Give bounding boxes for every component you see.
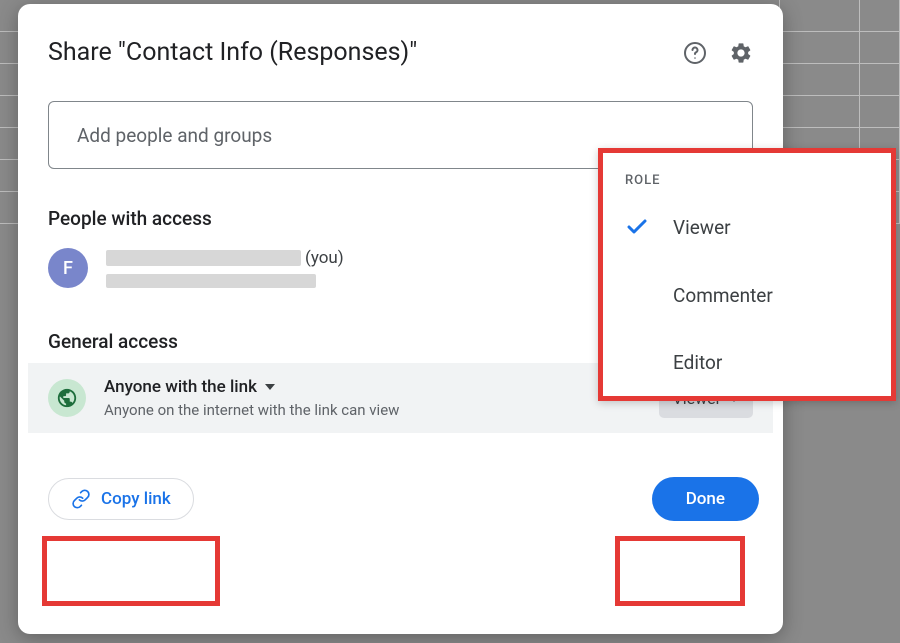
person-name-redacted — [106, 250, 301, 266]
dialog-title: Share "Contact Info (Responses)" — [48, 38, 683, 67]
dialog-header: Share "Contact Info (Responses)" — [18, 4, 783, 81]
role-menu: ROLE Viewer Commenter Editor — [598, 148, 896, 401]
globe-icon — [48, 379, 86, 417]
general-access-selector[interactable]: Anyone with the link — [104, 377, 659, 397]
link-icon — [71, 489, 91, 509]
general-access-description: Anyone on the internet with the link can… — [104, 401, 659, 419]
chevron-down-icon — [265, 384, 275, 390]
copy-link-button[interactable]: Copy link — [48, 478, 194, 520]
avatar: F — [48, 248, 88, 288]
role-menu-header: ROLE — [603, 153, 891, 192]
role-menu-item-commenter[interactable]: Commenter — [603, 262, 891, 329]
help-icon[interactable] — [683, 41, 707, 65]
role-item-label: Editor — [673, 351, 722, 374]
add-people-placeholder: Add people and groups — [77, 124, 272, 147]
done-label: Done — [686, 489, 725, 509]
role-item-label: Commenter — [673, 284, 773, 307]
you-suffix: (you) — [305, 248, 344, 268]
person-email-redacted — [106, 274, 316, 288]
check-icon — [625, 214, 649, 240]
done-button[interactable]: Done — [652, 477, 759, 521]
role-menu-item-editor[interactable]: Editor — [603, 329, 891, 396]
role-item-label: Viewer — [673, 216, 731, 239]
role-menu-item-viewer[interactable]: Viewer — [603, 192, 891, 262]
copy-link-label: Copy link — [101, 489, 171, 509]
gear-icon[interactable] — [729, 41, 753, 65]
general-access-title: Anyone with the link — [104, 377, 257, 397]
